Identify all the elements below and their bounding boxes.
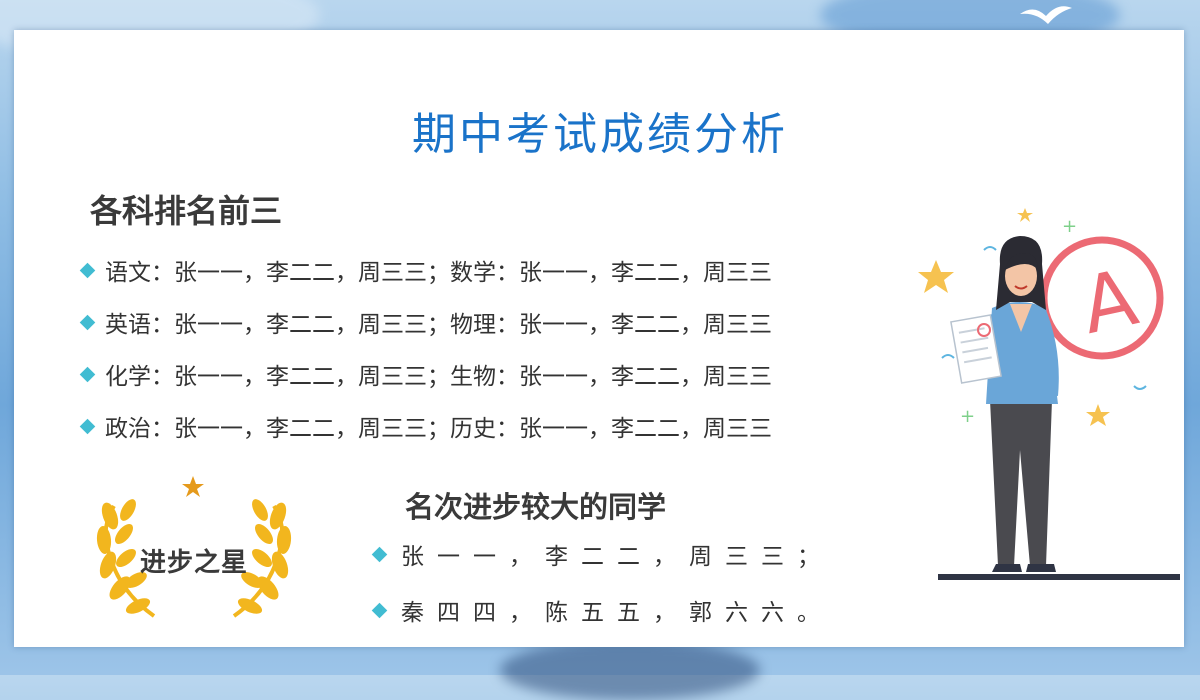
bird-icon <box>1020 6 1072 24</box>
grade-mark: A <box>1074 253 1145 352</box>
star-icon <box>1086 404 1110 426</box>
list-item: 英语：张一一，李二二，周三三；物理：张一一，李二二，周三三 <box>76 296 772 348</box>
sparkle-icon <box>983 246 997 251</box>
list-item: 化学：张一一，李二二，周三三；生物：张一一，李二二，周三三 <box>76 348 772 400</box>
list-item: 政治：张一一，李二二，周三三；历史：张一一，李二二，周三三 <box>76 400 772 452</box>
list-item-text: 秦四四，陈五五，郭六六。 <box>401 600 833 626</box>
progress-heading: 名次进步较大的同学 <box>405 490 667 524</box>
top-three-heading: 各科排名前三 <box>90 192 283 230</box>
badge-label: 进步之星 <box>139 548 248 578</box>
diamond-bullet-icon <box>79 262 96 278</box>
diamond-bullet-icon <box>79 366 96 382</box>
sparkle-icon: + <box>960 406 975 427</box>
diamond-bullet-icon <box>371 602 388 618</box>
background-blot <box>500 640 760 700</box>
list-item: 语文：张一一，李二二，周三三；数学：张一一，李二二，周三三 <box>76 244 772 296</box>
star-icon <box>1017 208 1033 222</box>
star-icon <box>182 476 204 497</box>
star-icon <box>918 260 954 293</box>
slide-title: 期中考试成绩分析 <box>412 109 788 160</box>
list-item: 张一一，李二二，周三三； <box>368 526 833 582</box>
diamond-bullet-icon <box>371 546 388 562</box>
list-item-text: 化学：张一一，李二二，周三三；生物：张一一，李二二，周三三 <box>105 364 772 390</box>
list-item-text: 张一一，李二二，周三三； <box>401 544 833 570</box>
sparkle-icon: + <box>1062 216 1077 237</box>
diamond-bullet-icon <box>79 418 96 434</box>
floor-line <box>938 574 1180 580</box>
teacher-illustration: A + + <box>912 200 1187 590</box>
list-item: 秦四四，陈五五，郭六六。 <box>368 582 833 638</box>
list-item-text: 政治：张一一，李二二，周三三；历史：张一一，李二二，周三三 <box>105 416 772 442</box>
list-item-text: 英语：张一一，李二二，周三三；物理：张一一，李二二，周三三 <box>105 312 772 338</box>
progress-star-badge: 进步之星 <box>92 470 296 622</box>
top-three-list: 语文：张一一，李二二，周三三；数学：张一一，李二二，周三三 英语：张一一，李二二… <box>76 244 772 452</box>
list-item-text: 语文：张一一，李二二，周三三；数学：张一一，李二二，周三三 <box>105 260 772 286</box>
sparkle-icon <box>1133 385 1147 390</box>
sparkle-icon <box>941 354 955 359</box>
diamond-bullet-icon <box>79 314 96 330</box>
progress-list: 张一一，李二二，周三三； 秦四四，陈五五，郭六六。 <box>368 526 833 638</box>
